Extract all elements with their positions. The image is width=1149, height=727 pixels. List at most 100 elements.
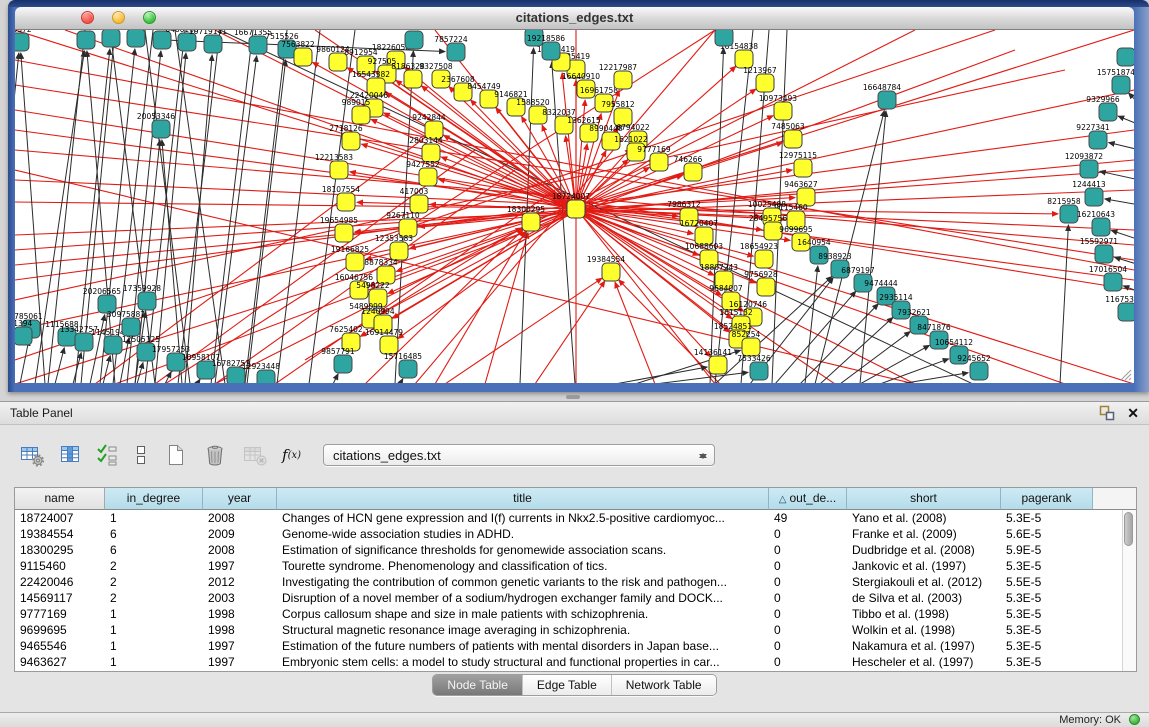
- graph-edge[interactable]: [1100, 171, 1134, 180]
- graph-node[interactable]: [715, 30, 733, 46]
- cell-title[interactable]: Disruption of a novel member of a sodium…: [277, 590, 769, 606]
- cell-out_de[interactable]: 0: [769, 622, 847, 638]
- graph-node[interactable]: [1112, 76, 1130, 94]
- graph-edge[interactable]: [155, 53, 186, 383]
- graph-node[interactable]: [567, 200, 585, 218]
- graph-node[interactable]: [522, 213, 540, 231]
- table-row[interactable]: 977716911998Corpus callosum shape and si…: [15, 606, 1136, 622]
- graph-node[interactable]: [684, 163, 702, 181]
- graph-edge[interactable]: [73, 353, 81, 383]
- cell-short[interactable]: Hescheler et al. (1997): [847, 654, 1001, 670]
- graph-edge[interactable]: [400, 379, 403, 383]
- graph-node[interactable]: [650, 153, 668, 171]
- graph-node[interactable]: [757, 278, 775, 296]
- table-settings-icon[interactable]: [20, 443, 44, 467]
- graph-node[interactable]: [346, 253, 364, 271]
- cell-name[interactable]: 9465546: [15, 638, 105, 654]
- cell-out_de[interactable]: 0: [769, 558, 847, 574]
- table-row[interactable]: 2242004622012Investigating the contribut…: [15, 574, 1136, 590]
- cell-in_degree[interactable]: 1: [105, 606, 203, 622]
- graph-node[interactable]: [399, 360, 417, 378]
- cell-short[interactable]: Stergiakouli et al. (2012): [847, 574, 1001, 590]
- scrollbar-thumb[interactable]: [1124, 512, 1133, 546]
- graph-node[interactable]: [249, 36, 267, 54]
- tab-edge-table[interactable]: Edge Table: [522, 675, 611, 695]
- cell-name[interactable]: 9463627: [15, 654, 105, 670]
- cell-short[interactable]: Dudbridge et al. (2008): [847, 542, 1001, 558]
- cell-short[interactable]: Tibbo et al. (1998): [847, 606, 1001, 622]
- table-selector-dropdown[interactable]: citations_edges.txt: [323, 444, 715, 466]
- cell-year[interactable]: 2003: [203, 590, 277, 606]
- graph-node[interactable]: [794, 159, 812, 177]
- table-row[interactable]: 946362711997Embryonic stem cells: a mode…: [15, 654, 1136, 670]
- cell-year[interactable]: 2008: [203, 542, 277, 558]
- cell-year[interactable]: 2008: [203, 510, 277, 526]
- cell-in_degree[interactable]: 1: [105, 510, 203, 526]
- cell-name[interactable]: 19384554: [15, 526, 105, 542]
- graph-edge[interactable]: [247, 60, 286, 383]
- graph-node[interactable]: [709, 356, 727, 374]
- graph-node[interactable]: [330, 161, 348, 179]
- vertical-scrollbar[interactable]: [1122, 510, 1136, 671]
- table-row[interactable]: 1872400712008Changes of HCN gene express…: [15, 510, 1136, 526]
- cell-pagerank[interactable]: 5.9E-5: [1001, 542, 1093, 558]
- graph-edge[interactable]: [485, 233, 528, 383]
- cell-in_degree[interactable]: 2: [105, 590, 203, 606]
- graph-node[interactable]: [127, 30, 145, 47]
- cell-year[interactable]: 1997: [203, 638, 277, 654]
- cell-year[interactable]: 1997: [203, 654, 277, 670]
- column-header-in_degree[interactable]: in_degree: [105, 488, 203, 510]
- cell-pagerank[interactable]: 5.3E-5: [1001, 590, 1093, 606]
- column-header-title[interactable]: title: [277, 488, 769, 510]
- cell-in_degree[interactable]: 1: [105, 654, 203, 670]
- graph-edge[interactable]: [820, 317, 893, 383]
- graph-edge[interactable]: [103, 356, 110, 383]
- cell-name[interactable]: 18724007: [15, 510, 105, 526]
- graph-node[interactable]: [75, 333, 93, 351]
- graph-node[interactable]: [257, 370, 275, 383]
- cell-name[interactable]: 9115460: [15, 558, 105, 574]
- cell-title[interactable]: Investigating the contribution of common…: [277, 574, 769, 590]
- graph-node[interactable]: [335, 224, 353, 242]
- graph-edge[interactable]: [333, 374, 338, 383]
- cell-title[interactable]: Embryonic stem cells: a model to study s…: [277, 654, 769, 670]
- cell-out_de[interactable]: 0: [769, 542, 847, 558]
- graph-node[interactable]: [1092, 218, 1110, 236]
- graph-node[interactable]: [294, 48, 312, 66]
- graph-edge[interactable]: [576, 142, 783, 209]
- graph-node[interactable]: [122, 318, 140, 336]
- cell-pagerank[interactable]: 5.3E-5: [1001, 558, 1093, 574]
- column-visibility-icon[interactable]: [58, 443, 82, 467]
- graph-node[interactable]: [1117, 48, 1134, 66]
- cell-year[interactable]: 1998: [203, 622, 277, 638]
- cell-pagerank[interactable]: 5.6E-5: [1001, 526, 1093, 542]
- cell-out_de[interactable]: 0: [769, 606, 847, 622]
- graph-node[interactable]: [774, 102, 792, 120]
- cell-title[interactable]: Estimation of the future numbers of pati…: [277, 638, 769, 654]
- tab-node-table[interactable]: Node Table: [433, 675, 522, 695]
- graph-edge[interactable]: [20, 340, 29, 383]
- row-selection-icon[interactable]: [96, 443, 118, 467]
- graph-edge[interactable]: [277, 30, 320, 383]
- column-header-year[interactable]: year: [203, 488, 277, 510]
- graph-node[interactable]: [1118, 303, 1134, 321]
- graph-node[interactable]: [337, 193, 355, 211]
- cell-in_degree[interactable]: 1: [105, 638, 203, 654]
- new-table-icon[interactable]: [164, 442, 188, 468]
- network-canvas[interactable]: 1872400724055722069140610653257152760264…: [15, 30, 1134, 383]
- graph-node[interactable]: [352, 106, 370, 124]
- cell-pagerank[interactable]: 5.3E-5: [1001, 654, 1093, 670]
- table-row[interactable]: 1938455462009Genome-wide association stu…: [15, 526, 1136, 542]
- cell-title[interactable]: Changes of HCN gene expression and I(f) …: [277, 510, 769, 526]
- graph-edge[interactable]: [1105, 199, 1134, 205]
- cell-title[interactable]: Genome-wide association studies in ADHD.: [277, 526, 769, 542]
- graph-edge[interactable]: [185, 55, 212, 383]
- graph-node[interactable]: [755, 250, 773, 268]
- cell-pagerank[interactable]: 5.3E-5: [1001, 606, 1093, 622]
- graph-node[interactable]: [204, 35, 222, 53]
- cell-out_de[interactable]: 0: [769, 638, 847, 654]
- cell-pagerank[interactable]: 5.3E-5: [1001, 622, 1093, 638]
- cell-short[interactable]: Wolkin et al. (1998): [847, 622, 1001, 638]
- graph-node[interactable]: [1089, 131, 1107, 149]
- tab-network-table[interactable]: Network Table: [611, 675, 716, 695]
